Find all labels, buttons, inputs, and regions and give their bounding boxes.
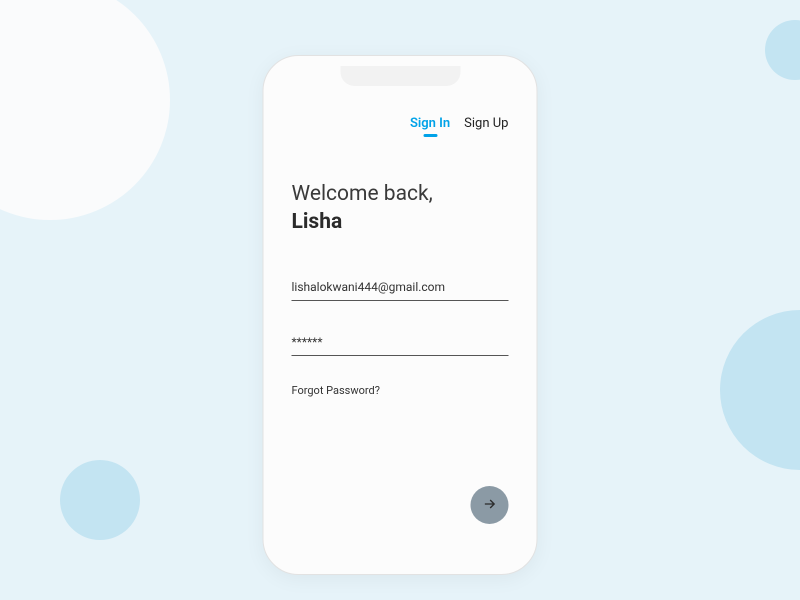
bg-circle-bottom-left (60, 460, 140, 540)
bg-circle-top-right (765, 20, 800, 80)
greeting-text: Welcome back, (292, 181, 509, 208)
forgot-password-link[interactable]: Forgot Password? (292, 384, 509, 397)
password-field[interactable] (292, 329, 509, 356)
submit-button[interactable] (471, 486, 509, 524)
auth-tabs: Sign In Sign Up (292, 116, 509, 131)
bg-circle-top-left (0, 0, 170, 220)
tab-sign-up[interactable]: Sign Up (464, 116, 508, 131)
screen: Sign In Sign Up Welcome back, Lisha Forg… (264, 86, 537, 564)
phone-notch (340, 66, 460, 86)
arrow-right-icon (482, 496, 498, 515)
phone-frame: Sign In Sign Up Welcome back, Lisha Forg… (263, 55, 538, 575)
tab-sign-in[interactable]: Sign In (410, 116, 450, 131)
bg-circle-bottom-right (720, 310, 800, 470)
email-field[interactable] (292, 274, 509, 301)
username-text: Lisha (292, 210, 509, 234)
